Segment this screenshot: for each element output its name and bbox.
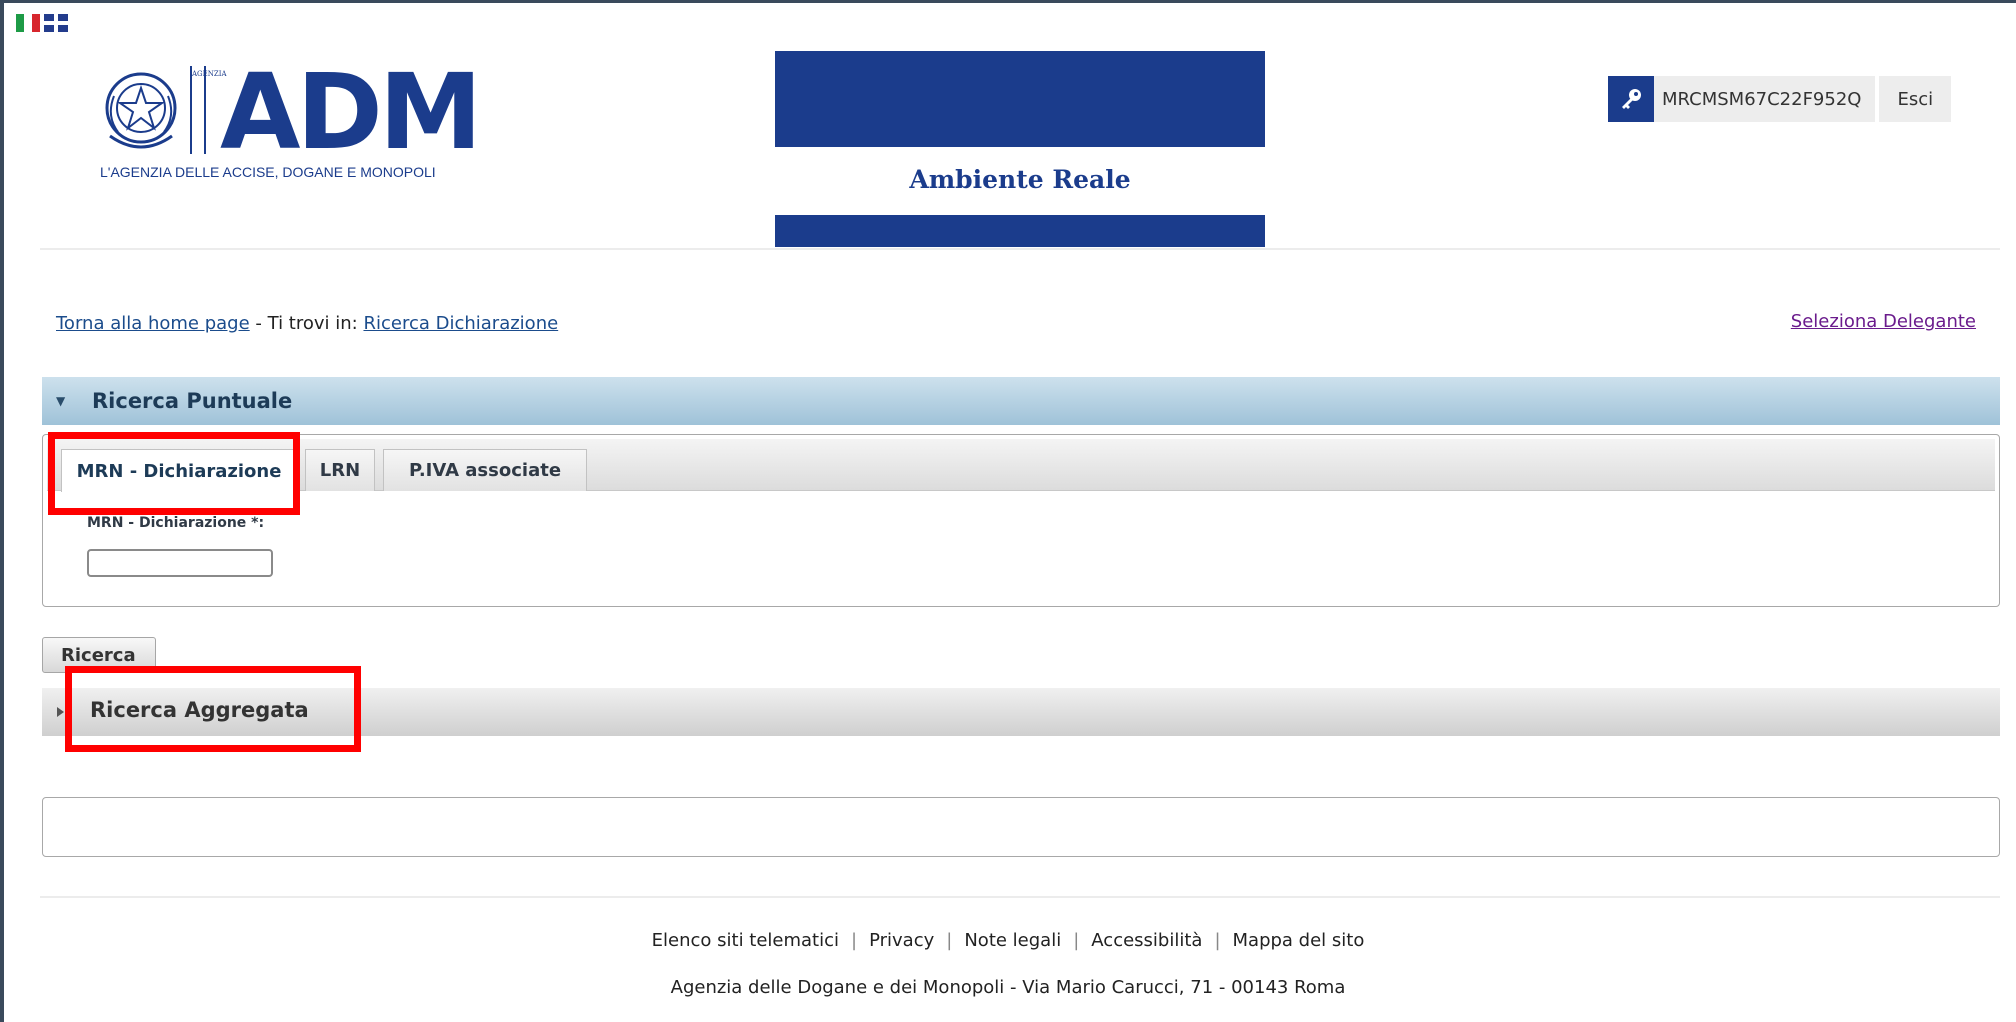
select-delegante-link[interactable]: Seleziona Delegante	[1791, 311, 1976, 332]
ricerca-puntuale-title: Ricerca Puntuale	[92, 389, 293, 413]
footer-link-accessibilita[interactable]: Accessibilità	[1091, 930, 1202, 951]
logo-subtitle: L'AGENZIA DELLE ACCISE, DOGANE E MONOPOL…	[100, 164, 436, 180]
user-panel: MRCMSM67C22F952Q Esci	[1608, 76, 1952, 122]
logo-wordmark: ADM	[220, 51, 482, 173]
mrn-input[interactable]	[87, 549, 273, 577]
key-icon[interactable]	[1608, 76, 1654, 122]
footer-link-mappa-sito[interactable]: Mappa del sito	[1233, 930, 1365, 951]
tab-mrn-dichiarazione[interactable]: MRN - Dichiarazione	[61, 449, 297, 492]
footer-links: Elenco siti telematici | Privacy | Note lega…	[0, 930, 2016, 951]
user-fiscal-code: MRCMSM67C22F952Q	[1654, 76, 1876, 122]
italian-flag-icon[interactable]	[16, 14, 40, 32]
footer-link-privacy[interactable]: Privacy	[869, 930, 934, 951]
english-flag-icon[interactable]	[44, 14, 68, 32]
ricerca-aggregata-header[interactable]: Ricerca Aggregata	[42, 688, 2000, 736]
results-panel	[42, 797, 2000, 857]
ricerca-puntuale-panel: MRN - Dichiarazione LRN P.IVA associate …	[42, 434, 2000, 607]
banner-top-bar	[775, 51, 1265, 147]
search-tabs: MRN - Dichiarazione LRN P.IVA associate	[47, 439, 1995, 492]
footer-separator: |	[946, 930, 953, 951]
environment-label: Ambiente Reale	[909, 165, 1131, 194]
footer-separator: |	[1073, 930, 1080, 951]
tab-piva-associate[interactable]: P.IVA associate	[383, 449, 587, 491]
expand-caret-icon	[57, 707, 64, 717]
footer-separator: |	[1214, 930, 1221, 951]
breadcrumb: Torna alla home page - Ti trovi in: Rice…	[56, 313, 558, 334]
footer-link-elenco-siti[interactable]: Elenco siti telematici	[652, 930, 839, 951]
current-page-link[interactable]: Ricerca Dichiarazione	[363, 313, 558, 334]
footer-separator: |	[851, 930, 858, 951]
logo-vertical-text: AGENZIA	[192, 70, 227, 78]
footer-divider	[40, 896, 2000, 898]
window-left-border	[0, 0, 4, 1022]
logout-button[interactable]: Esci	[1879, 76, 1952, 122]
logo-divider	[190, 66, 206, 154]
ricerca-puntuale-header[interactable]: ▼ Ricerca Puntuale	[42, 377, 2000, 425]
environment-banner: Ambiente Reale	[775, 51, 1265, 247]
tab-lrn[interactable]: LRN	[305, 449, 375, 491]
header-divider	[40, 248, 2000, 250]
home-link[interactable]: Torna alla home page	[56, 313, 250, 334]
banner-bottom-bar	[775, 215, 1265, 247]
collapse-caret-icon: ▼	[56, 394, 66, 408]
ricerca-aggregata-title: Ricerca Aggregata	[90, 698, 309, 722]
ricerca-button[interactable]: Ricerca	[42, 637, 156, 673]
republic-emblem-icon	[105, 72, 177, 149]
breadcrumb-separator: - Ti trovi in:	[255, 313, 358, 334]
footer-link-note-legali[interactable]: Note legali	[964, 930, 1061, 951]
mrn-field-label: MRN - Dichiarazione *:	[87, 515, 265, 531]
window-top-border	[0, 0, 2016, 3]
footer-address: Agenzia delle Dogane e dei Monopoli - Vi…	[670, 977, 1346, 998]
language-selector	[16, 14, 68, 32]
